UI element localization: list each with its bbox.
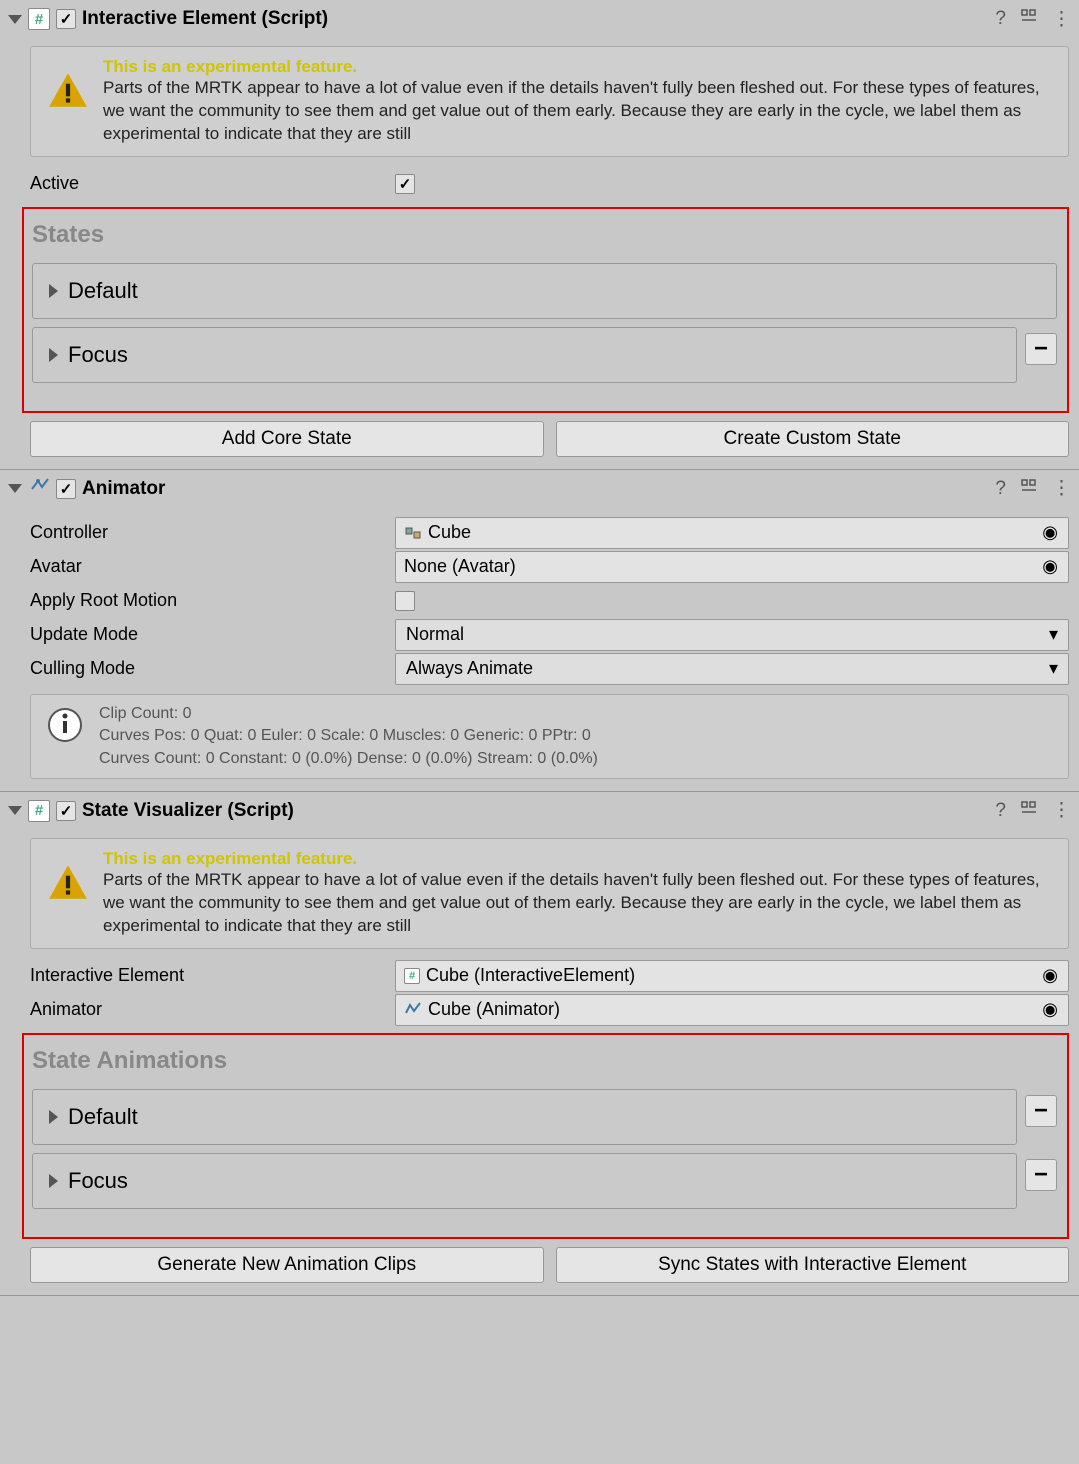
component-title: Animator: [82, 478, 989, 500]
interactive-element-field[interactable]: # Cube (InteractiveElement) ◉: [395, 960, 1069, 992]
component-title: State Visualizer (Script): [82, 800, 989, 822]
foldout-icon: [49, 1174, 58, 1188]
warning-title: This is an experimental feature.: [103, 57, 1054, 77]
experimental-warning: This is an experimental feature. Parts o…: [30, 46, 1069, 157]
animator-component: Animator ? ⋮ Controller Cube ◉ Avatar No…: [0, 470, 1079, 792]
component-header[interactable]: # Interactive Element (Script) ? ⋮: [0, 0, 1079, 38]
remove-state-button[interactable]: −: [1025, 1159, 1057, 1191]
preset-icon[interactable]: [1020, 7, 1038, 31]
menu-icon[interactable]: ⋮: [1052, 799, 1071, 822]
remove-state-button[interactable]: −: [1025, 1095, 1057, 1127]
object-picker-icon[interactable]: ◉: [1042, 522, 1058, 543]
animator-ref-field[interactable]: Cube (Animator) ◉: [395, 994, 1069, 1026]
animator-info-box: Clip Count: 0 Curves Pos: 0 Quat: 0 Eule…: [30, 694, 1069, 779]
controller-field[interactable]: Cube ◉: [395, 517, 1069, 549]
active-checkbox[interactable]: [395, 174, 415, 194]
state-anim-default[interactable]: Default: [32, 1089, 1017, 1145]
avatar-value: None (Avatar): [404, 556, 516, 577]
script-icon: #: [28, 800, 50, 822]
update-mode-dropdown[interactable]: Normal ▾: [395, 619, 1069, 651]
animator-icon: [28, 475, 50, 502]
foldout-icon[interactable]: [8, 15, 22, 24]
generate-clips-button[interactable]: Generate New Animation Clips: [30, 1247, 544, 1283]
apply-root-label: Apply Root Motion: [30, 590, 395, 611]
help-icon[interactable]: ?: [995, 478, 1006, 500]
warning-body: Parts of the MRTK appear to have a lot o…: [103, 77, 1054, 146]
enable-checkbox[interactable]: [56, 479, 76, 499]
culling-mode-label: Culling Mode: [30, 658, 395, 679]
culling-mode-dropdown[interactable]: Always Animate ▾: [395, 653, 1069, 685]
active-label: Active: [30, 173, 395, 194]
info-line: Clip Count: 0: [99, 703, 1056, 725]
controller-value: Cube: [428, 522, 471, 543]
controller-label: Controller: [30, 522, 395, 543]
menu-icon[interactable]: ⋮: [1052, 8, 1071, 31]
active-row: Active: [30, 167, 1069, 201]
states-title: States: [32, 221, 1057, 249]
state-default[interactable]: Default: [32, 263, 1057, 319]
info-line: Curves Pos: 0 Quat: 0 Euler: 0 Scale: 0 …: [99, 725, 1056, 747]
help-icon[interactable]: ?: [995, 8, 1006, 30]
avatar-label: Avatar: [30, 556, 395, 577]
info-icon: [45, 705, 85, 745]
apply-root-checkbox[interactable]: [395, 591, 415, 611]
enable-checkbox[interactable]: [56, 801, 76, 821]
component-header[interactable]: # State Visualizer (Script) ? ⋮: [0, 792, 1079, 830]
update-mode-label: Update Mode: [30, 624, 395, 645]
foldout-icon[interactable]: [8, 484, 22, 493]
controller-icon: [404, 524, 422, 542]
component-header[interactable]: Animator ? ⋮: [0, 470, 1079, 508]
foldout-icon: [49, 348, 58, 362]
animator-ref-value: Cube (Animator): [428, 999, 560, 1020]
interactive-element-component: # Interactive Element (Script) ? ⋮ This …: [0, 0, 1079, 470]
state-label: Default: [68, 1104, 138, 1130]
state-label: Default: [68, 278, 138, 304]
state-label: Focus: [68, 342, 128, 368]
help-icon[interactable]: ?: [995, 800, 1006, 822]
state-label: Focus: [68, 1168, 128, 1194]
avatar-field[interactable]: None (Avatar) ◉: [395, 551, 1069, 583]
warning-icon: [47, 861, 89, 908]
chevron-down-icon: ▾: [1049, 658, 1058, 679]
states-section: States Default Focus −: [22, 207, 1069, 413]
preset-icon[interactable]: [1020, 477, 1038, 501]
warning-title: This is an experimental feature.: [103, 849, 1054, 869]
experimental-warning: This is an experimental feature. Parts o…: [30, 838, 1069, 949]
object-picker-icon[interactable]: ◉: [1042, 556, 1058, 577]
info-line: Curves Count: 0 Constant: 0 (0.0%) Dense…: [99, 748, 1056, 770]
sync-states-button[interactable]: Sync States with Interactive Element: [556, 1247, 1070, 1283]
chevron-down-icon: ▾: [1049, 624, 1058, 645]
interactive-element-label: Interactive Element: [30, 965, 395, 986]
foldout-icon[interactable]: [8, 806, 22, 815]
animator-icon: [404, 1001, 422, 1019]
state-focus[interactable]: Focus: [32, 327, 1017, 383]
object-picker-icon[interactable]: ◉: [1042, 999, 1058, 1020]
object-picker-icon[interactable]: ◉: [1042, 965, 1058, 986]
enable-checkbox[interactable]: [56, 9, 76, 29]
remove-state-button[interactable]: −: [1025, 333, 1057, 365]
script-icon: #: [404, 968, 420, 984]
update-mode-value: Normal: [406, 624, 464, 645]
animator-ref-label: Animator: [30, 999, 395, 1020]
state-visualizer-component: # State Visualizer (Script) ? ⋮ This is …: [0, 792, 1079, 1296]
component-title: Interactive Element (Script): [82, 8, 989, 30]
culling-mode-value: Always Animate: [406, 658, 533, 679]
add-core-state-button[interactable]: Add Core State: [30, 421, 544, 457]
script-icon: #: [28, 8, 50, 30]
interactive-element-value: Cube (InteractiveElement): [426, 965, 635, 986]
state-anim-focus[interactable]: Focus: [32, 1153, 1017, 1209]
create-custom-state-button[interactable]: Create Custom State: [556, 421, 1070, 457]
menu-icon[interactable]: ⋮: [1052, 477, 1071, 500]
foldout-icon: [49, 1110, 58, 1124]
state-animations-section: State Animations Default − Focus −: [22, 1033, 1069, 1239]
warning-body: Parts of the MRTK appear to have a lot o…: [103, 869, 1054, 938]
warning-icon: [47, 69, 89, 116]
state-animations-title: State Animations: [32, 1047, 1057, 1075]
preset-icon[interactable]: [1020, 799, 1038, 823]
foldout-icon: [49, 284, 58, 298]
